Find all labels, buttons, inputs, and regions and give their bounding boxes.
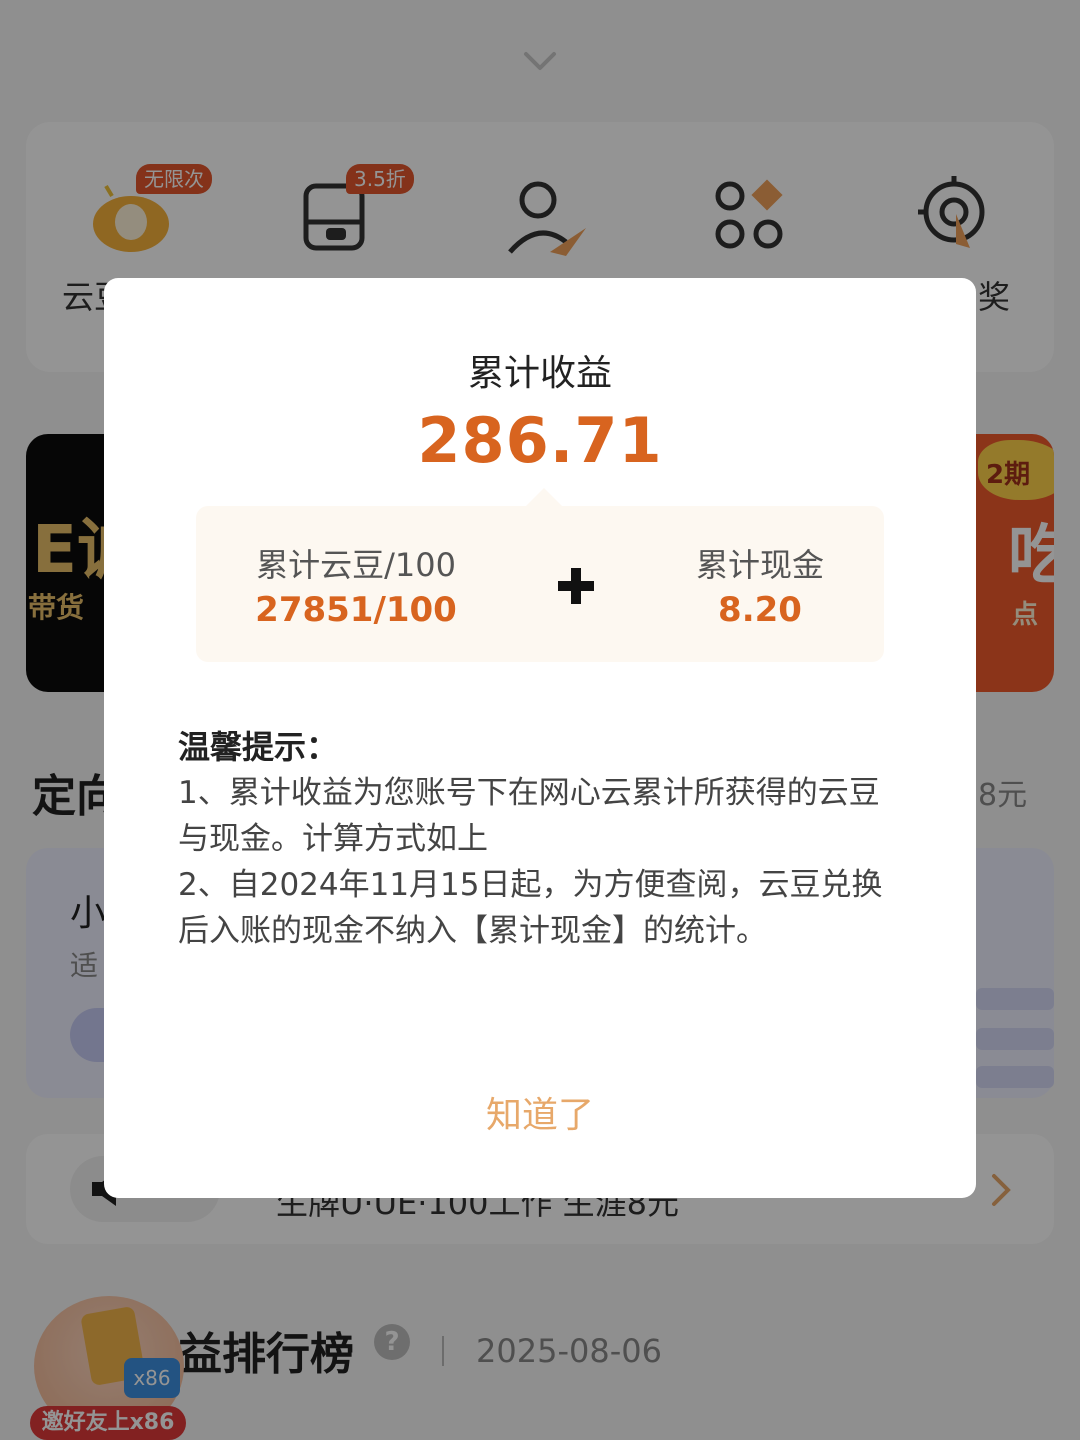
cloud-bean-label: 累计云豆/100 [256,546,456,584]
total-earnings-value: 286.71 [417,404,663,477]
dialog-title: 累计收益 [467,353,612,394]
tip-item: 2、自2024年11月15日起，为方便查阅，云豆兑换后入账的现金不纳入【累计现金… [178,867,883,949]
cloud-bean-value: 27851/100 [255,590,457,630]
cash-label: 累计现金 [695,546,824,584]
confirm-button[interactable]: 知道了 [440,1086,640,1146]
tip-item: 1、累计收益为您账号下在网心云累计所获得的云豆与现金。计算方式如上 [178,775,880,857]
pointer-triangle [526,488,562,506]
plus-icon [558,568,594,604]
tips-body: 1、累计收益为您账号下在网心云累计所获得的云豆与现金。计算方式如上 2、自202… [178,770,908,954]
earnings-dialog: 累计收益 286.71 累计云豆/100 27851/100 累计现金 8.20… [104,278,976,1198]
cash-column: 累计现金 8.20 [660,540,860,630]
cash-value: 8.20 [718,590,802,630]
cloud-bean-column: 累计云豆/100 27851/100 [236,540,476,630]
earnings-breakdown: 累计云豆/100 27851/100 累计现金 8.20 [196,506,884,662]
tips-title: 温馨提示： [178,728,339,766]
